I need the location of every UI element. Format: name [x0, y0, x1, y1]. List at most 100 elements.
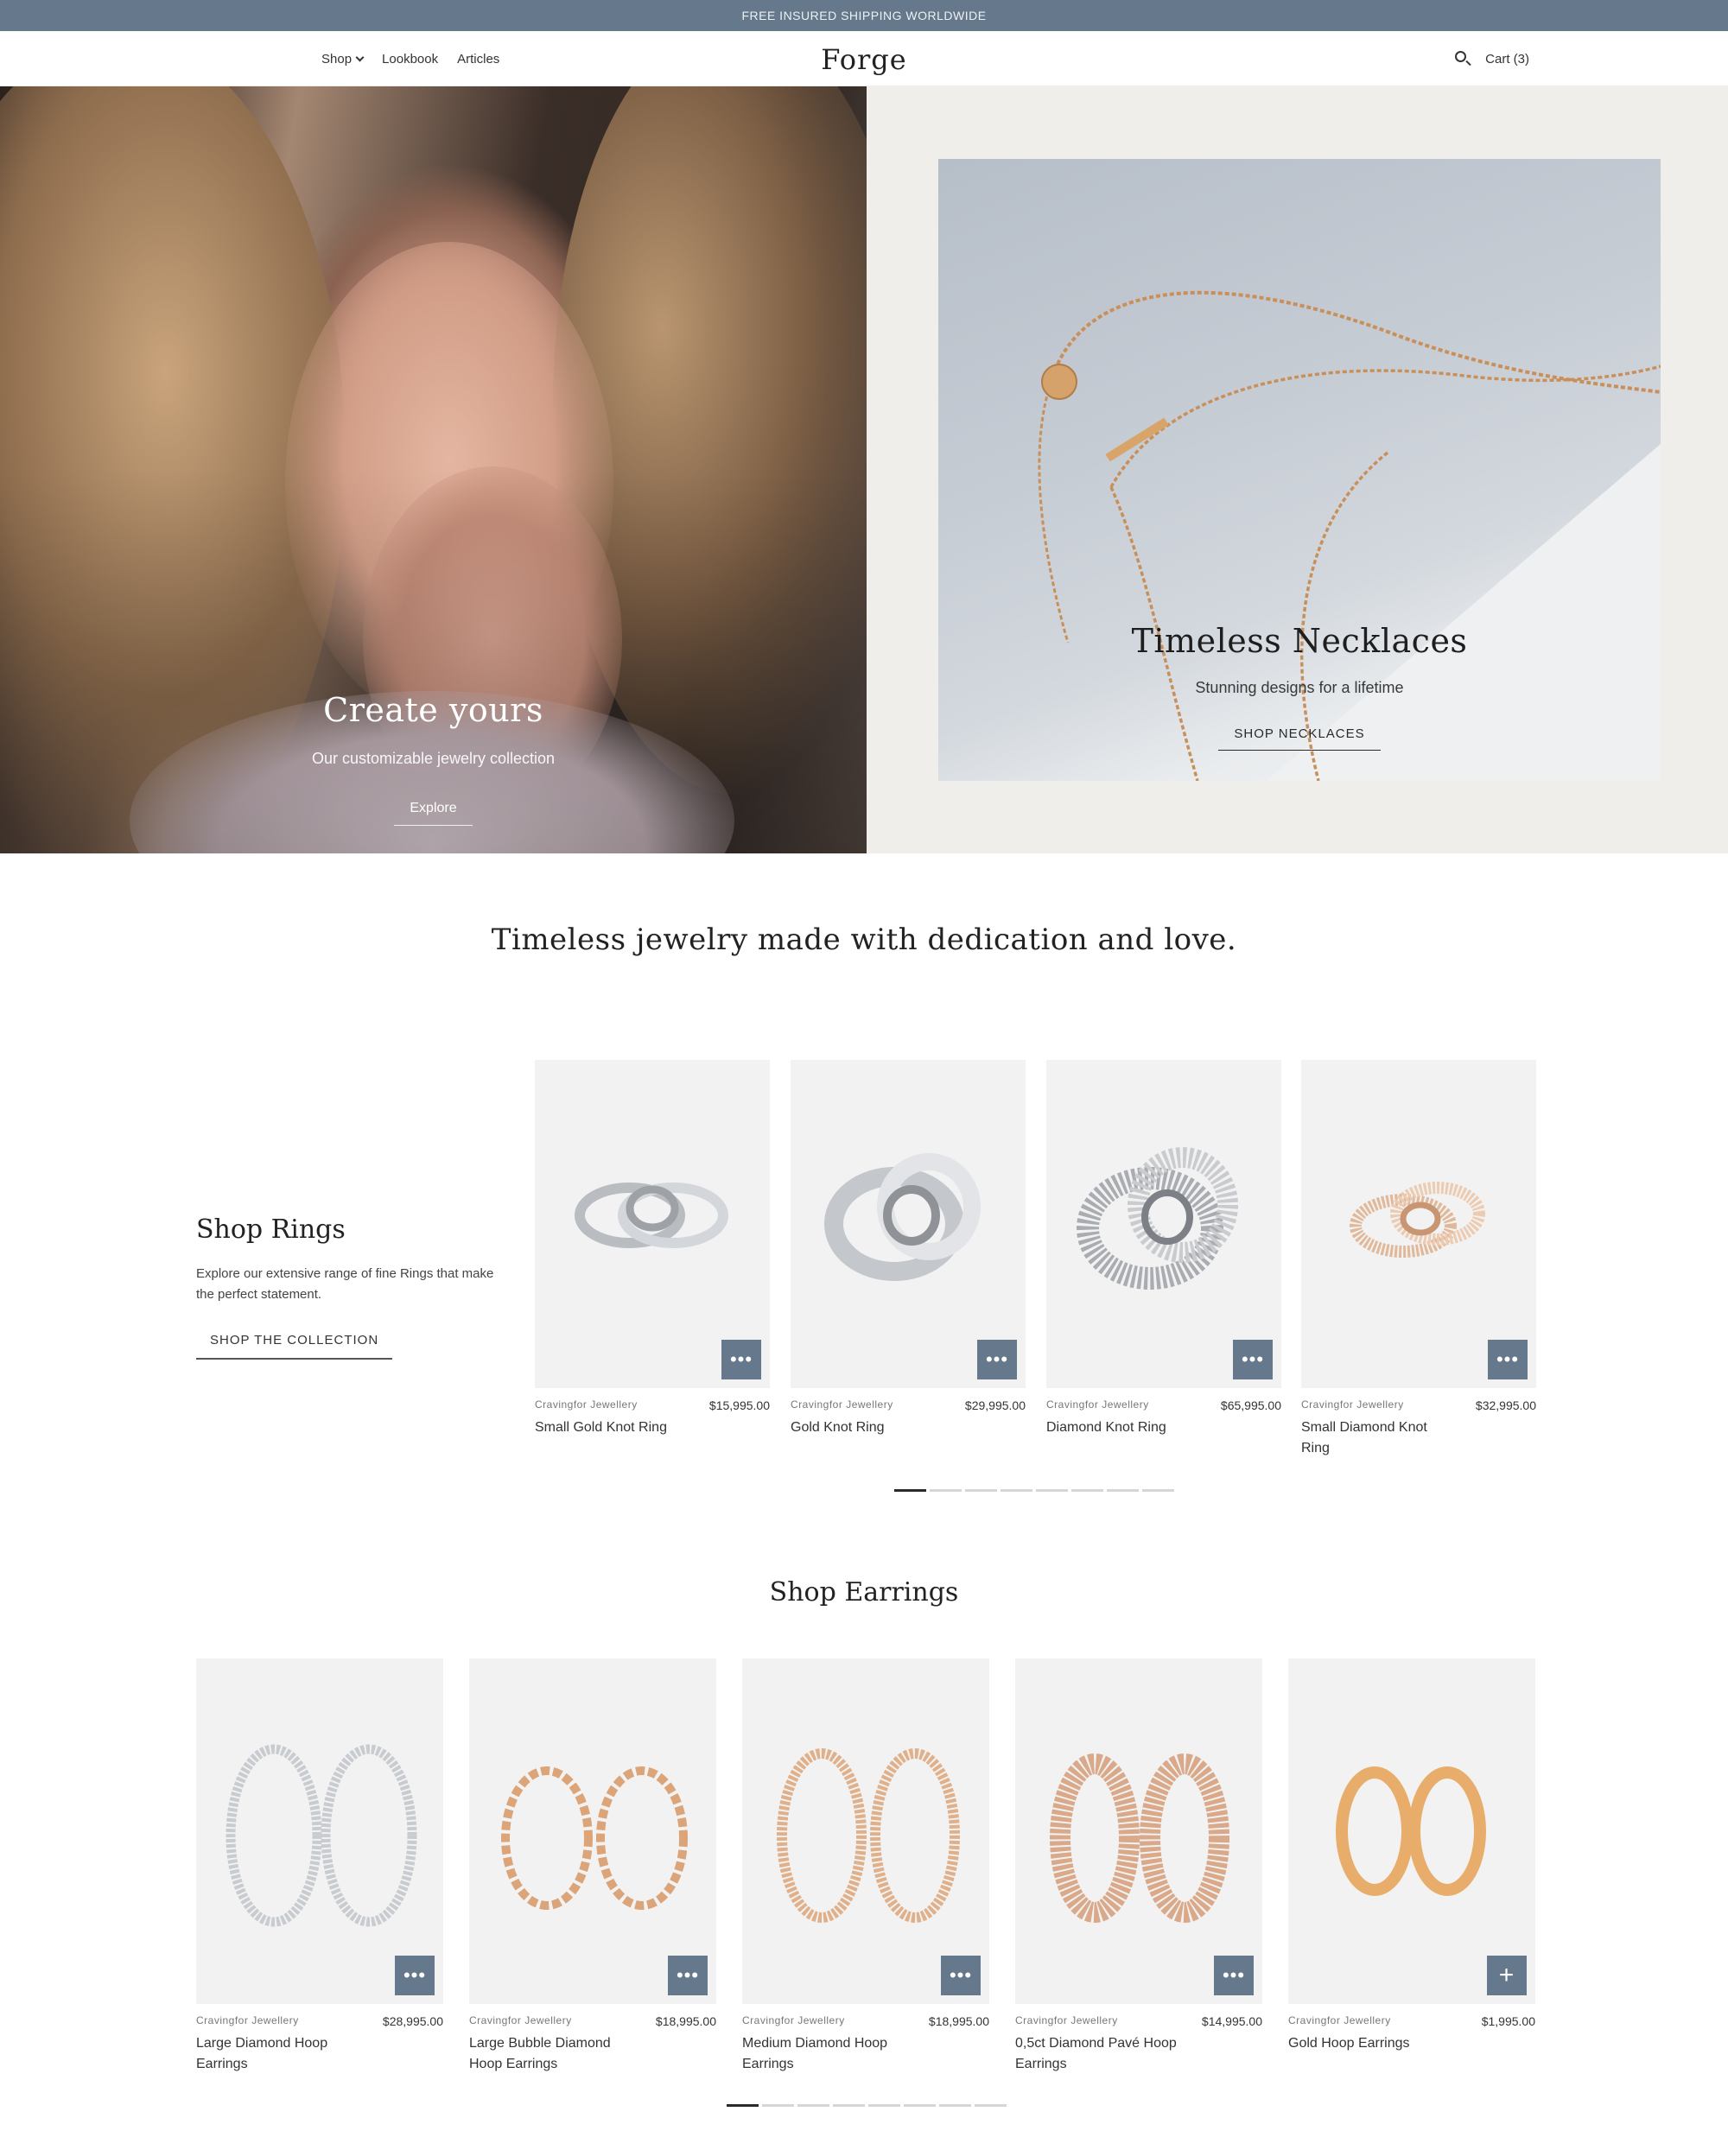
- explore-link[interactable]: Explore: [394, 801, 473, 826]
- product-image[interactable]: •••: [469, 1658, 716, 2004]
- rings-description: Explore our extensive range of fine Ring…: [196, 1266, 494, 1302]
- hero-right-subtitle: Stunning designs for a lifetime: [1195, 679, 1404, 696]
- product-image[interactable]: •••: [1046, 1060, 1281, 1388]
- carousel-dot[interactable]: [1142, 1489, 1174, 1492]
- carousel-dot[interactable]: [868, 2104, 900, 2107]
- product-meta: Cravingfor Jewellery $18,995.00: [742, 2014, 989, 2028]
- product-price: $28,995.00: [382, 2014, 443, 2028]
- hero-left-content: Create yours Our customizable jewelry co…: [0, 691, 867, 826]
- product-name[interactable]: Large Bubble Diamond Hoop Earrings: [469, 2033, 633, 2075]
- carousel-dot[interactable]: [833, 2104, 865, 2107]
- cart-link[interactable]: Cart (3): [1485, 52, 1529, 67]
- product-name[interactable]: Gold Hoop Earrings: [1288, 2033, 1535, 2054]
- product-meta: Cravingfor Jewellery $1,995.00: [1288, 2014, 1535, 2028]
- product-card[interactable]: ••• Cravingfor Jewellery $29,995.00 Gold…: [791, 1060, 1026, 1438]
- product-card[interactable]: ••• Cravingfor Jewellery $18,995.00 Larg…: [469, 1658, 716, 2075]
- hero-create-yours[interactable]: Create yours Our customizable jewelry co…: [0, 86, 867, 853]
- product-name[interactable]: Gold Knot Ring: [791, 1417, 1026, 1438]
- carousel-dot[interactable]: [1107, 1489, 1139, 1492]
- product-image[interactable]: •••: [791, 1060, 1026, 1388]
- product-vendor: Cravingfor Jewellery: [791, 1398, 893, 1411]
- earrings-carousel-pagination: [727, 2104, 1007, 2107]
- product-card[interactable]: + Cravingfor Jewellery $1,995.00 Gold Ho…: [1288, 1658, 1535, 2054]
- add-to-cart-button[interactable]: +: [1487, 1956, 1527, 1995]
- more-options-button[interactable]: •••: [395, 1956, 435, 1995]
- more-options-button[interactable]: •••: [977, 1340, 1017, 1379]
- site-header: Shop Lookbook Articles Forge Cart (3): [0, 31, 1728, 86]
- hero-left-title: Create yours: [323, 691, 543, 729]
- more-options-button[interactable]: •••: [668, 1956, 708, 1995]
- product-meta: Cravingfor Jewellery $14,995.00: [1015, 2014, 1262, 2028]
- more-options-button[interactable]: •••: [1488, 1340, 1528, 1379]
- search-icon[interactable]: [1454, 50, 1471, 67]
- product-card[interactable]: ••• Cravingfor Jewellery $15,995.00 Smal…: [535, 1060, 770, 1438]
- product-card[interactable]: ••• Cravingfor Jewellery $65,995.00 Diam…: [1046, 1060, 1281, 1438]
- product-image[interactable]: •••: [535, 1060, 770, 1388]
- shop-collection-button[interactable]: SHOP THE COLLECTION: [196, 1333, 393, 1360]
- product-price: $65,995.00: [1220, 1398, 1281, 1412]
- product-price: $29,995.00: [964, 1398, 1026, 1412]
- product-card[interactable]: ••• Cravingfor Jewellery $32,995.00 Smal…: [1301, 1060, 1536, 1459]
- product-image[interactable]: •••: [1015, 1658, 1262, 2004]
- product-price: $32,995.00: [1475, 1398, 1536, 1412]
- product-meta: Cravingfor Jewellery $32,995.00: [1301, 1398, 1536, 1412]
- carousel-dot[interactable]: [894, 1489, 926, 1492]
- hero-necklaces: Timeless Necklaces Stunning designs for …: [867, 86, 1728, 853]
- product-card[interactable]: ••• Cravingfor Jewellery $14,995.00 0,5c…: [1015, 1658, 1262, 2075]
- more-icon: •••: [1496, 1348, 1520, 1370]
- hero-left-subtitle: Our customizable jewelry collection: [311, 750, 556, 767]
- product-card[interactable]: ••• Cravingfor Jewellery $28,995.00 Larg…: [196, 1658, 443, 2075]
- product-vendor: Cravingfor Jewellery: [1288, 2014, 1391, 2026]
- carousel-dot[interactable]: [930, 1489, 962, 1492]
- carousel-dot[interactable]: [965, 1489, 997, 1492]
- carousel-dot[interactable]: [1071, 1489, 1103, 1492]
- product-image[interactable]: +: [1288, 1658, 1535, 2004]
- product-image[interactable]: •••: [742, 1658, 989, 2004]
- nav-articles[interactable]: Articles: [457, 52, 499, 67]
- earrings-section-title: Shop Earrings: [769, 1577, 959, 1607]
- product-image[interactable]: •••: [196, 1658, 443, 2004]
- carousel-dot[interactable]: [975, 2104, 1007, 2107]
- more-options-button[interactable]: •••: [1233, 1340, 1273, 1379]
- product-image[interactable]: •••: [1301, 1060, 1536, 1388]
- main-nav: Shop Lookbook Articles: [321, 31, 499, 86]
- carousel-dot[interactable]: [939, 2104, 971, 2107]
- product-price: $18,995.00: [928, 2014, 989, 2028]
- product-vendor: Cravingfor Jewellery: [1046, 1398, 1149, 1411]
- product-price: $18,995.00: [655, 2014, 716, 2028]
- product-name[interactable]: Large Diamond Hoop Earrings: [196, 2033, 360, 2075]
- product-vendor: Cravingfor Jewellery: [1301, 1398, 1404, 1411]
- carousel-dot[interactable]: [797, 2104, 829, 2107]
- rings-intro: Shop Rings Explore our extensive range o…: [196, 1214, 507, 1360]
- product-card[interactable]: ••• Cravingfor Jewellery $18,995.00 Medi…: [742, 1658, 989, 2075]
- product-vendor: Cravingfor Jewellery: [469, 2014, 572, 2026]
- product-meta: Cravingfor Jewellery $18,995.00: [469, 2014, 716, 2028]
- more-icon: •••: [403, 1964, 427, 1986]
- announcement-bar: FREE INSURED SHIPPING WORLDWIDE: [0, 0, 1728, 31]
- carousel-dot[interactable]: [1036, 1489, 1068, 1492]
- carousel-dot[interactable]: [727, 2104, 759, 2107]
- product-vendor: Cravingfor Jewellery: [742, 2014, 845, 2026]
- product-meta: Cravingfor Jewellery $15,995.00: [535, 1398, 770, 1412]
- product-name[interactable]: Diamond Knot Ring: [1046, 1417, 1281, 1438]
- nav-lookbook[interactable]: Lookbook: [382, 52, 438, 67]
- carousel-dot[interactable]: [762, 2104, 794, 2107]
- shop-necklaces-link[interactable]: SHOP NECKLACES: [1218, 726, 1381, 751]
- carousel-dot[interactable]: [904, 2104, 936, 2107]
- product-meta: Cravingfor Jewellery $29,995.00: [791, 1398, 1026, 1412]
- carousel-dot[interactable]: [1001, 1489, 1032, 1492]
- product-name[interactable]: Medium Diamond Hoop Earrings: [742, 2033, 906, 2075]
- product-vendor: Cravingfor Jewellery: [535, 1398, 638, 1411]
- product-name[interactable]: Small Gold Knot Ring: [535, 1417, 770, 1438]
- header-actions: Cart (3): [1454, 31, 1529, 86]
- more-options-button[interactable]: •••: [1214, 1956, 1254, 1995]
- more-options-button[interactable]: •••: [721, 1340, 761, 1379]
- more-options-button[interactable]: •••: [941, 1956, 981, 1995]
- product-name[interactable]: 0,5ct Diamond Pavé Hoop Earrings: [1015, 2033, 1188, 2075]
- plus-icon: +: [1498, 1961, 1515, 1989]
- product-name[interactable]: Small Diamond Knot Ring: [1301, 1417, 1457, 1459]
- product-price: $14,995.00: [1201, 2014, 1262, 2028]
- more-icon: •••: [729, 1348, 753, 1370]
- product-vendor: Cravingfor Jewellery: [1015, 2014, 1118, 2026]
- nav-shop[interactable]: Shop: [321, 52, 365, 67]
